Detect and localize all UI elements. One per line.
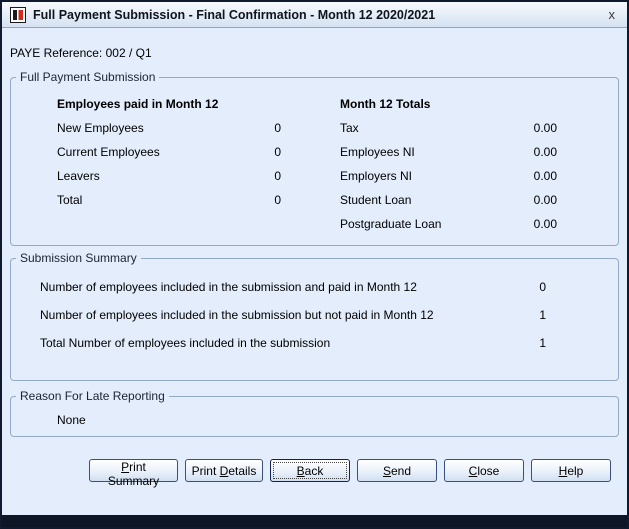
employees-paid-header: Employees paid in Month 12 [57, 97, 219, 111]
stat-label: Employers NI [340, 169, 413, 183]
late-reporting-title: Reason For Late Reporting [20, 389, 165, 403]
row-employers-ni: Employers NI 0.00 [340, 164, 557, 188]
stat-label: Student Loan [340, 193, 412, 207]
app-icon [10, 6, 26, 23]
summary-label: Total Number of employees included in th… [40, 336, 331, 350]
row-included-paid: Number of employees included in the subm… [40, 273, 546, 301]
stat-value: 0 [274, 145, 281, 159]
summary-label: Number of employees included in the subm… [40, 280, 417, 294]
print-details-button[interactable]: Print Details [185, 459, 263, 482]
stat-value: 0.00 [533, 169, 557, 183]
stat-label: Total [57, 193, 83, 207]
stat-value: 0.00 [533, 217, 557, 231]
fps-group-title: Full Payment Submission [20, 70, 156, 84]
summary-value: 0 [539, 280, 546, 294]
stat-value: 0.00 [533, 121, 557, 135]
row-included-not-paid: Number of employees included in the subm… [40, 301, 546, 329]
submission-summary-group: Submission Summary Number of employees i… [10, 251, 619, 381]
dialog-window: Full Payment Submission - Final Confirma… [0, 0, 629, 529]
row-student-loan: Student Loan 0.00 [340, 188, 557, 212]
late-reporting-group: Reason For Late Reporting None [10, 389, 619, 437]
stat-value: 0 [274, 169, 281, 183]
summary-label: Number of employees included in the subm… [40, 308, 434, 322]
help-button[interactable]: Help [531, 459, 611, 482]
stat-label: New Employees [57, 121, 144, 135]
button-row: Print Summary Print Details Back Send Cl… [10, 437, 619, 488]
row-leavers: Leavers 0 [57, 164, 281, 188]
row-new-employees: New Employees 0 [57, 116, 281, 140]
stat-label: Employees NI [340, 145, 415, 159]
row-total-employees: Total 0 [57, 188, 281, 212]
stat-label: Postgraduate Loan [340, 217, 442, 231]
stat-label: Tax [340, 121, 359, 135]
late-reporting-value: None [57, 413, 86, 427]
stat-value: 0.00 [533, 193, 557, 207]
close-icon[interactable]: x [605, 7, 620, 22]
summary-value: 1 [539, 308, 546, 322]
row-employees-ni: Employees NI 0.00 [340, 140, 557, 164]
submission-summary-title: Submission Summary [20, 251, 137, 265]
summary-value: 1 [539, 336, 546, 350]
window-frame-bottom [2, 515, 627, 527]
title-bar[interactable]: Full Payment Submission - Final Confirma… [2, 2, 627, 28]
dialog-content: PAYE Reference: 002 / Q1 Full Payment Su… [2, 28, 627, 515]
month-totals-header: Month 12 Totals [340, 97, 431, 111]
paye-reference: PAYE Reference: 002 / Q1 [10, 46, 152, 60]
stat-value: 0 [274, 121, 281, 135]
back-button[interactable]: Back [270, 459, 350, 482]
month-totals-column: Month 12 Totals Tax 0.00 Employees NI 0.… [340, 92, 557, 236]
close-button[interactable]: Close [444, 459, 524, 482]
print-summary-button[interactable]: Print Summary [89, 459, 178, 488]
fps-group: Full Payment Submission Employees paid i… [10, 70, 619, 246]
stat-label: Current Employees [57, 145, 160, 159]
row-current-employees: Current Employees 0 [57, 140, 281, 164]
send-button[interactable]: Send [357, 459, 437, 482]
stat-value: 0 [274, 193, 281, 207]
stat-value: 0.00 [533, 145, 557, 159]
employees-paid-column: Employees paid in Month 12 New Employees… [57, 92, 281, 236]
row-postgraduate-loan: Postgraduate Loan 0.00 [340, 212, 557, 236]
row-total-included: Total Number of employees included in th… [40, 329, 546, 357]
stat-label: Leavers [57, 169, 100, 183]
row-tax: Tax 0.00 [340, 116, 557, 140]
window-title: Full Payment Submission - Final Confirma… [33, 7, 436, 22]
